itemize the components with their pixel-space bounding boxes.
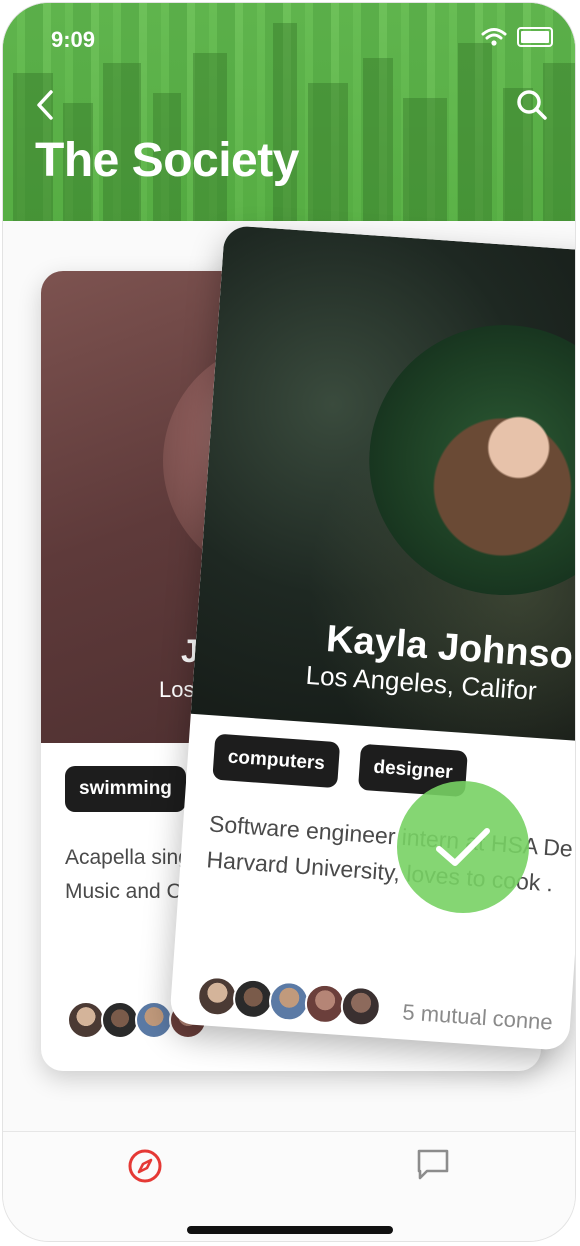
approve-button[interactable] <box>397 781 529 913</box>
search-button[interactable] <box>515 87 549 123</box>
interest-tag: computers <box>212 733 341 789</box>
page-title: The Society <box>35 134 299 187</box>
avatar <box>231 977 275 1021</box>
interest-tag: swimming <box>65 766 186 812</box>
mutual-connections-count: 5 mutual conne <box>401 999 554 1035</box>
profile-card-front[interactable]: Kayla Johnso Los Angeles, Califor comput… <box>169 225 575 1051</box>
mutual-avatars <box>195 974 383 1028</box>
check-icon <box>436 828 490 866</box>
avatar <box>303 982 347 1026</box>
avatar <box>267 980 311 1023</box>
avatar <box>67 1001 105 1039</box>
header: 9:09 The Society <box>3 3 575 221</box>
avatar <box>101 1001 139 1039</box>
bottom-tab-bar <box>3 1131 575 1241</box>
battery-icon <box>517 27 553 47</box>
home-indicator <box>187 1226 393 1234</box>
chat-bubble-icon[interactable] <box>415 1146 451 1182</box>
status-icons <box>481 27 553 47</box>
avatar <box>195 974 239 1018</box>
wifi-icon <box>481 28 507 46</box>
avatar <box>339 985 383 1028</box>
status-time: 9:09 <box>51 27 96 52</box>
phone-screen: 9:09 The Society Jef Los A swimming Acap… <box>3 3 575 1241</box>
avatar <box>135 1001 173 1039</box>
back-button[interactable] <box>31 87 61 123</box>
compass-icon[interactable] <box>127 1148 163 1184</box>
